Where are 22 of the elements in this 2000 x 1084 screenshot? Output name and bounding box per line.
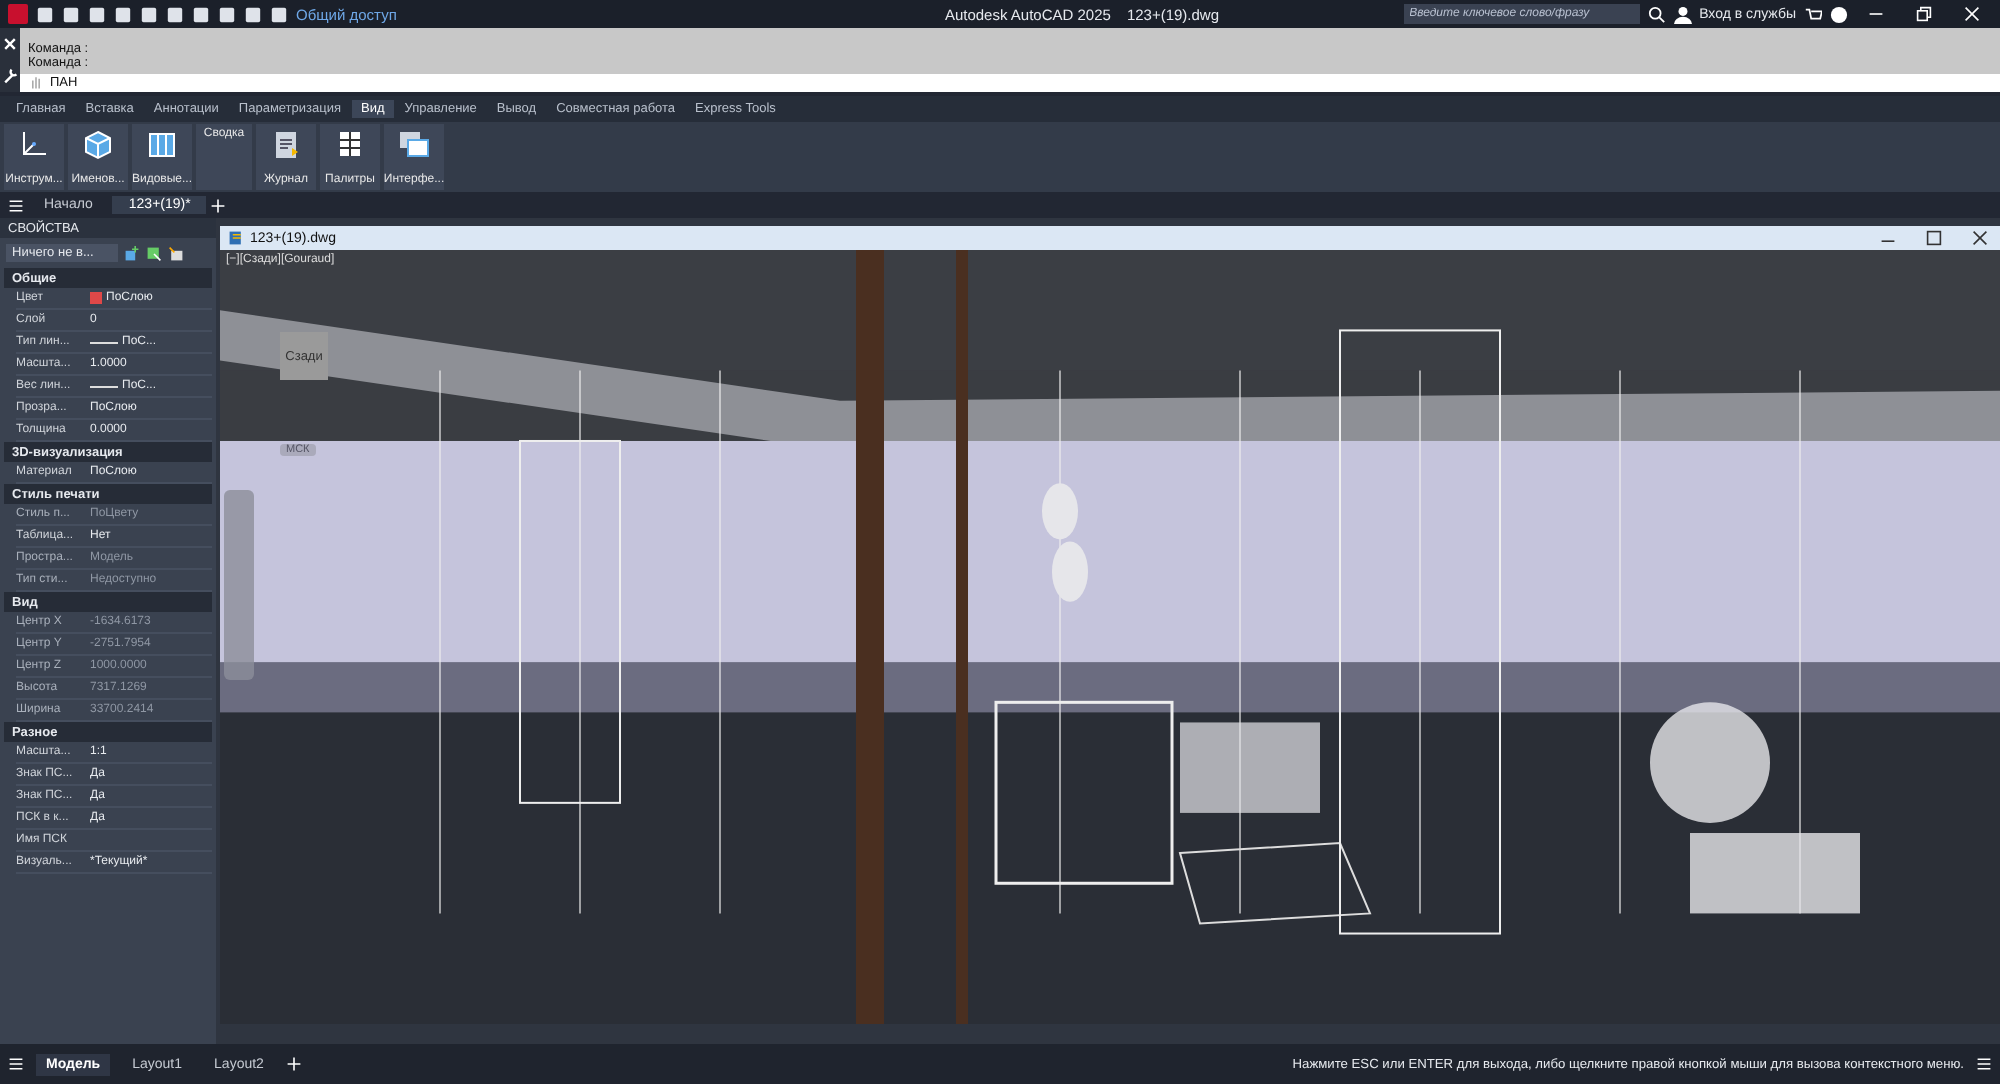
cart-icon[interactable] — [1804, 5, 1822, 23]
restore-icon[interactable] — [1916, 6, 1932, 22]
close-icon[interactable] — [1972, 230, 1988, 246]
user-icon[interactable] — [1673, 5, 1692, 23]
menu-icon[interactable] — [1976, 1056, 1992, 1072]
quick-select-icon[interactable] — [168, 245, 184, 261]
ucs-axes-icon — [18, 128, 50, 160]
windows-icon — [398, 128, 430, 160]
plus-icon[interactable] — [285, 1056, 302, 1072]
grid-icon — [334, 128, 366, 160]
select-objects-icon[interactable] — [146, 245, 162, 261]
menu-icon[interactable] — [8, 1056, 24, 1072]
restore-icon[interactable] — [1926, 230, 1942, 246]
clipboard-icon — [270, 128, 302, 160]
add-selection-icon[interactable] — [124, 245, 140, 261]
viewports-icon — [146, 128, 178, 160]
wrench-icon[interactable] — [2, 68, 18, 84]
drawing-file-icon[interactable] — [228, 230, 244, 246]
search-icon[interactable] — [1647, 5, 1666, 23]
plus-icon[interactable] — [210, 197, 227, 213]
menu-icon[interactable] — [8, 197, 24, 213]
cube-icon — [82, 128, 114, 160]
